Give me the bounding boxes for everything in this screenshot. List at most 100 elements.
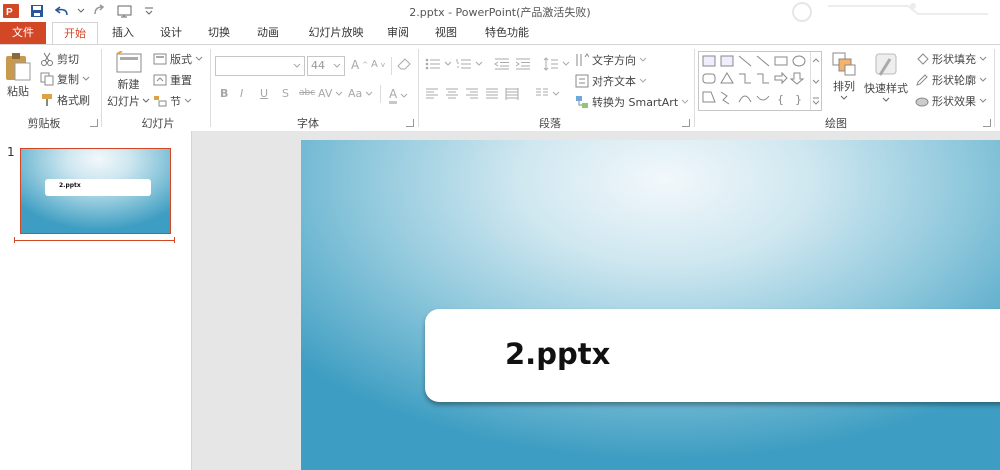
cut-button[interactable]: 剪切 [40,51,79,67]
distributed-button[interactable] [505,88,519,100]
numbering-button[interactable] [456,58,483,70]
increase-indent-button[interactable] [515,58,531,70]
tab-insert[interactable]: 插入 [104,22,142,44]
tab-slideshow[interactable]: 幻灯片放映 [298,22,374,44]
slide[interactable]: 2.pptx [301,140,1000,470]
chevron-down-icon [82,76,90,81]
shape-fill-label: 形状填充 [932,53,976,66]
thumbnail-title-box: 2.pptx [45,179,151,196]
clear-formatting-button[interactable] [397,57,413,71]
cut-label: 剪切 [57,53,79,66]
tab-transitions[interactable]: 切换 [200,22,238,44]
copy-button[interactable]: 复制 [40,71,90,87]
tab-design[interactable]: 设计 [152,22,190,44]
font-name-combo[interactable] [215,56,305,76]
reset-button[interactable]: 重置 [153,72,192,88]
chevron-down-icon [840,95,848,100]
align-right-button[interactable] [465,88,479,100]
font-launcher-icon[interactable] [406,119,414,127]
slide-thumbnail[interactable]: 2.pptx [20,148,171,234]
paste-button[interactable]: 粘贴 [4,51,32,99]
bold-button[interactable]: B [220,87,228,100]
chevron-down-icon [195,56,203,61]
ribbon-tabs: 文件 开始 插入 设计 切换 动画 幻灯片放映 审阅 视图 特色功能 [0,22,1000,45]
underline-button[interactable]: U [260,87,268,100]
paint-bucket-icon [917,53,929,65]
reset-label: 重置 [170,74,192,87]
columns-button[interactable] [535,88,560,100]
slide-thumbnail-pane: 1 2.pptx [0,131,192,470]
arrange-button[interactable]: 排列 [831,51,857,101]
bullets-button[interactable] [425,58,452,70]
align-left-button[interactable] [425,88,439,100]
chevron-down-icon [681,99,689,104]
clipboard-launcher-icon[interactable] [90,119,98,127]
shape-effects-button[interactable]: 形状效果 [915,93,987,109]
strikethrough-button[interactable]: abc [299,88,315,98]
tab-home[interactable]: 开始 [52,22,98,45]
align-left-icon [426,88,438,99]
slide-title-placeholder[interactable]: 2.pptx [425,309,1000,402]
layout-button[interactable]: 版式 [153,51,203,67]
text-shadow-button[interactable]: S [282,87,289,100]
font-size-combo[interactable]: 44 [307,56,345,76]
new-slide-button[interactable]: 新建 幻灯片 [107,51,150,109]
paragraph-launcher-icon[interactable] [682,119,690,127]
drawing-launcher-icon[interactable] [983,119,991,127]
chevron-down-icon [184,98,192,103]
bullets-icon [425,58,440,70]
slide-number: 1 [7,145,15,159]
font-color-button[interactable]: A [389,87,408,104]
text-direction-button[interactable]: 文字方向 [575,52,647,68]
tab-review[interactable]: 审阅 [378,22,418,44]
chevron-down-icon [979,77,987,82]
chevron-down-icon [552,91,560,96]
chevron-down-icon [639,57,647,62]
arrange-label: 排列 [833,80,855,93]
shapes-gallery-scroll[interactable] [810,52,821,110]
italic-button[interactable]: I [240,87,243,100]
columns-icon [536,88,548,96]
shape-fill-button[interactable]: 形状填充 [915,51,987,67]
group-separator [418,49,419,127]
align-center-button[interactable] [445,88,459,100]
section-button[interactable]: 节 [153,93,192,109]
tab-file[interactable]: 文件 [0,22,46,44]
align-text-icon [575,74,589,88]
svg-text:{: { [777,93,784,106]
increase-font-size-button[interactable]: A ^ [351,58,368,72]
change-case-button[interactable]: Aa [348,87,373,100]
convert-smartart-button[interactable]: 转换为 SmartArt [575,94,689,110]
copy-icon [40,72,54,86]
change-case-label: Aa [348,87,363,100]
tab-view[interactable]: 视图 [426,22,466,44]
decrease-font-size-button[interactable]: Av [371,59,385,70]
tab-animations[interactable]: 动画 [248,22,288,44]
shape-outline-button[interactable]: 形状轮廓 [915,72,987,88]
insertion-marker-right [174,237,175,243]
layout-icon [153,53,167,65]
tab-special-features[interactable]: 特色功能 [476,22,538,44]
character-spacing-button[interactable]: AV [318,87,343,100]
line-spacing-icon [543,57,558,71]
group-separator [994,49,995,127]
align-right-icon [466,88,478,99]
shapes-icon: { } [702,55,806,106]
svg-text:}: } [795,93,802,106]
paste-label: 粘贴 [7,85,29,98]
quick-styles-button[interactable]: 快速样式 [864,51,908,103]
format-painter-button[interactable]: 格式刷 [40,92,90,108]
paragraph-group-label: 段落 [539,117,561,130]
group-separator [101,49,102,127]
chevron-down-icon [882,97,890,102]
eraser-icon [397,58,411,70]
group-separator [210,49,211,127]
format-painter-label: 格式刷 [57,94,90,107]
align-text-label: 对齐文本 [592,75,636,88]
align-text-button[interactable]: 对齐文本 [575,73,647,89]
justify-button[interactable] [485,88,499,100]
decrease-indent-button[interactable] [494,58,510,70]
circuit-decoration-icon [792,2,988,22]
shapes-gallery[interactable]: { } [698,51,822,111]
line-spacing-button[interactable] [543,57,570,71]
